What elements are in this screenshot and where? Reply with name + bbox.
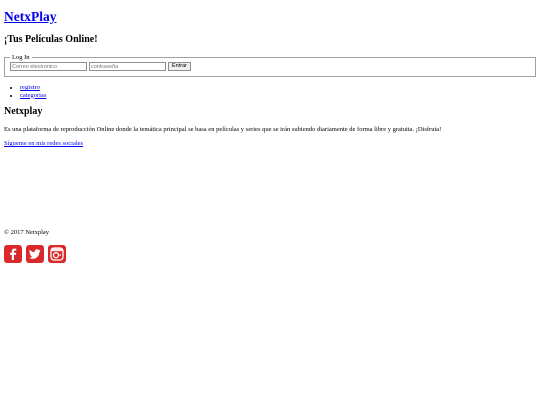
site-title-link[interactable]: NetxPlay bbox=[4, 9, 56, 24]
email-field[interactable] bbox=[10, 62, 87, 71]
about-text: Es una plataforma de reproducción Online… bbox=[4, 126, 442, 133]
nav-item-categorias: categorias bbox=[20, 92, 536, 100]
login-submit-button[interactable]: Entrar bbox=[168, 62, 191, 71]
about-title: Netxplay bbox=[4, 106, 43, 117]
instagram-link[interactable] bbox=[48, 245, 66, 263]
facebook-link[interactable] bbox=[4, 245, 22, 263]
social-icons bbox=[4, 245, 66, 263]
tagline: ¡Tus Películas Online! bbox=[4, 34, 98, 45]
login-form: Log In Entrar bbox=[4, 54, 536, 77]
nav-link-categorias[interactable]: categorias bbox=[20, 92, 46, 99]
footer-copyright: © 2017 Netxplay bbox=[4, 229, 50, 236]
login-row: Entrar bbox=[10, 62, 531, 71]
site-title: NetxPlay bbox=[4, 9, 536, 25]
facebook-icon bbox=[4, 245, 22, 263]
nav-item-registro: registro bbox=[20, 84, 536, 92]
password-field[interactable] bbox=[89, 62, 166, 71]
nav-list: registro categorias bbox=[4, 84, 536, 99]
social-link[interactable]: Sígueme en mis redes sociales bbox=[4, 140, 536, 148]
nav-link-registro[interactable]: registro bbox=[20, 84, 40, 91]
twitter-icon bbox=[26, 245, 44, 263]
twitter-link[interactable] bbox=[26, 245, 44, 263]
login-legend: Log In bbox=[12, 54, 30, 61]
instagram-icon bbox=[48, 245, 66, 263]
page: NetxPlay ¡Tus Películas Online! Log In E… bbox=[0, 9, 540, 405]
